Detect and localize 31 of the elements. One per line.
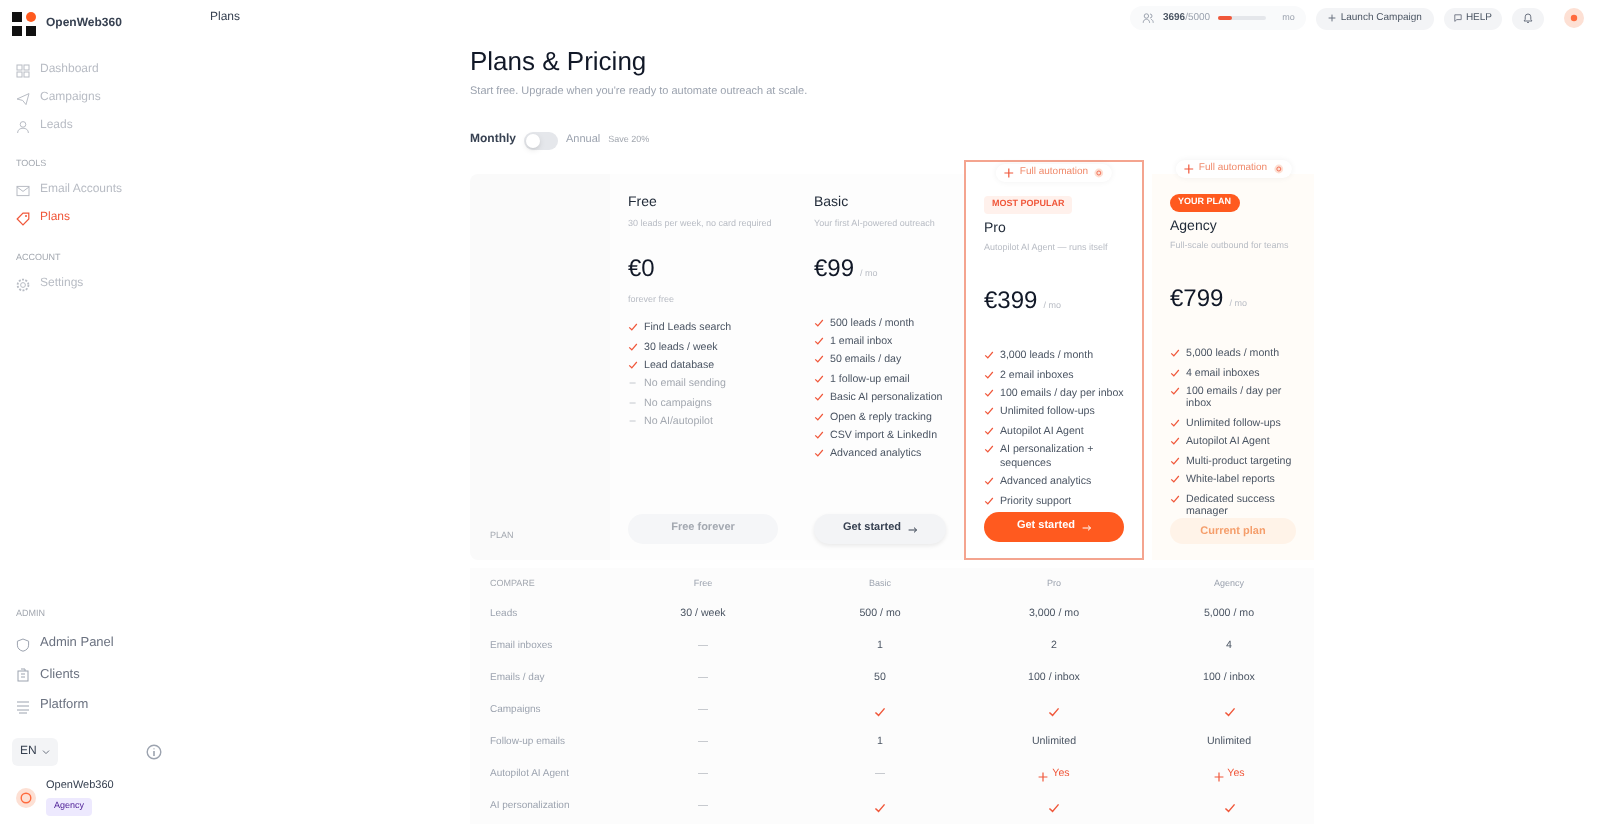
avatar-icon[interactable] bbox=[16, 787, 36, 807]
chevron-down-icon bbox=[42, 748, 51, 756]
people-icon bbox=[1142, 12, 1155, 25]
send-icon bbox=[16, 91, 30, 105]
plan-price: €799 bbox=[1170, 282, 1224, 317]
list-icon bbox=[16, 699, 30, 714]
plan-price: €399 bbox=[984, 284, 1038, 319]
notifications-button[interactable] bbox=[1512, 7, 1544, 30]
person-icon bbox=[16, 119, 30, 133]
chat-icon bbox=[1453, 14, 1462, 23]
plan-price: €0 bbox=[628, 251, 655, 285]
billing-toggle[interactable] bbox=[524, 131, 558, 149]
arrow-right-icon bbox=[907, 525, 918, 533]
mail-icon bbox=[16, 184, 30, 199]
bell-icon bbox=[1522, 12, 1534, 25]
check-icon bbox=[1223, 802, 1235, 814]
tag-icon bbox=[16, 212, 30, 227]
check-icon bbox=[1048, 706, 1060, 718]
avatar-icon[interactable] bbox=[1564, 8, 1584, 29]
check-icon bbox=[1048, 802, 1060, 814]
plan-price: €99 bbox=[814, 251, 855, 285]
page-title: Plans & Pricing bbox=[470, 45, 649, 78]
logo-icon bbox=[12, 12, 36, 36]
check-icon bbox=[874, 802, 886, 814]
arrow-right-icon bbox=[1081, 523, 1092, 531]
shield-icon bbox=[16, 637, 30, 652]
check-icon bbox=[874, 706, 886, 718]
plus-icon bbox=[1328, 14, 1337, 23]
info-icon[interactable] bbox=[146, 744, 162, 760]
check-icon bbox=[1223, 706, 1235, 718]
grid-icon bbox=[16, 63, 30, 77]
